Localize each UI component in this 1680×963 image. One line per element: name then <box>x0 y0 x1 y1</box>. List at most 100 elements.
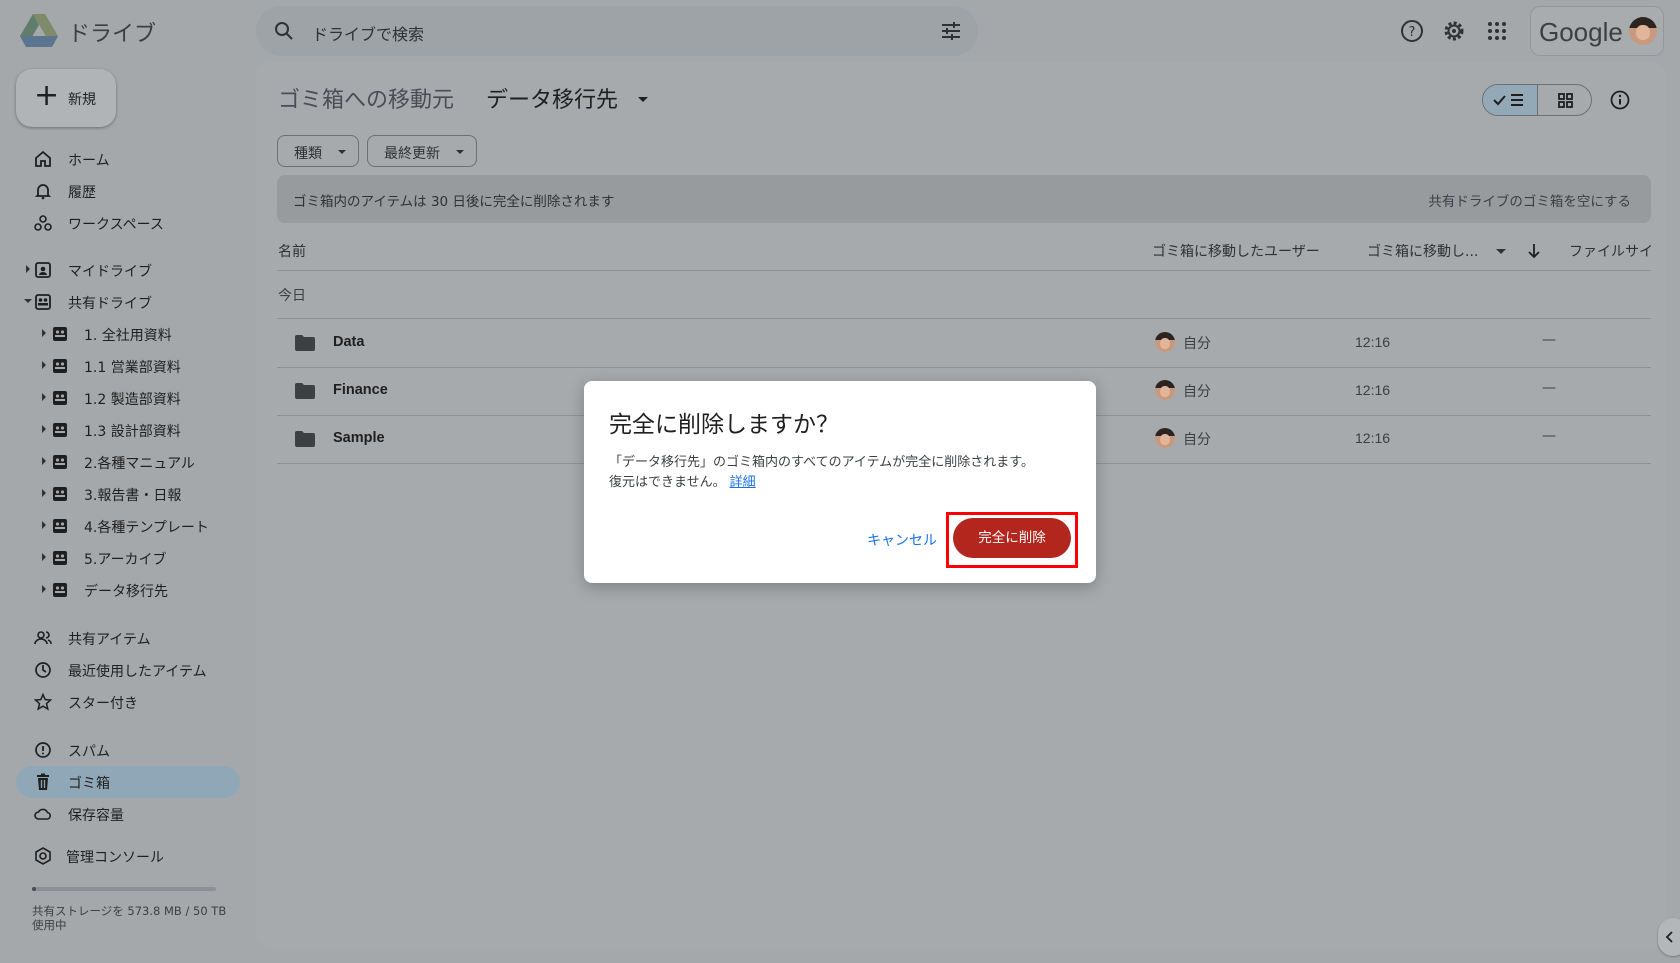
shared-drive-item[interactable]: 1.1 営業部資料 <box>30 350 240 382</box>
highlight-box <box>946 512 1078 568</box>
sidebar-item-starred[interactable]: スター付き <box>16 686 240 718</box>
storage-usage-text: 共有ストレージを 573.8 MB / 50 TB 使用中 <box>32 904 227 932</box>
sidebar-item-spam[interactable]: スパム <box>16 734 240 766</box>
column-header-trashed-date[interactable]: ゴミ箱に移動し... <box>1367 241 1478 261</box>
svg-text:?: ? <box>1409 25 1416 40</box>
list-view-button[interactable] <box>1483 85 1538 115</box>
user-avatar[interactable] <box>1629 17 1657 45</box>
info-icon[interactable] <box>1608 88 1632 112</box>
file-name: Finance <box>333 382 388 398</box>
sidebar-item-shared-with-me[interactable]: 共有アイテム <box>16 622 240 654</box>
column-header-trashed-by[interactable]: ゴミ箱に移動したユーザー <box>1152 241 1320 261</box>
expand-arrow-icon[interactable] <box>42 521 46 529</box>
sidebar-item-storage[interactable]: 保存容量 <box>16 798 240 830</box>
bell-icon <box>34 184 52 200</box>
storage-usage-bar <box>32 887 216 891</box>
search-icon[interactable] <box>274 21 294 41</box>
grid-view-button[interactable] <box>1538 85 1591 115</box>
dropdown-caret-icon[interactable] <box>638 97 648 102</box>
expand-arrow-icon[interactable] <box>42 361 46 369</box>
shared-drive-item[interactable]: 1.3 設計部資料 <box>30 414 240 446</box>
shared-drive-icon <box>53 583 67 597</box>
shared-drive-item[interactable]: データ移行先 <box>30 574 240 606</box>
new-button[interactable]: + 新規 <box>16 69 116 127</box>
trashed-time: 12:16 <box>1355 382 1391 398</box>
cloud-icon <box>34 808 51 820</box>
expand-arrow-icon[interactable] <box>42 553 46 561</box>
sidebar-item-history[interactable]: 履歴 <box>16 175 240 207</box>
filter-modified-chip[interactable]: 最終更新 <box>367 135 477 167</box>
details-link[interactable]: 詳細 <box>730 475 756 490</box>
apps-grid-icon[interactable] <box>1484 18 1510 44</box>
view-toggle[interactable] <box>1482 84 1592 116</box>
file-size: — <box>1542 380 1556 396</box>
sidebar-item-label: 保存容量 <box>68 808 124 824</box>
filter-label: 種類 <box>294 146 322 162</box>
sidebar-item-trash[interactable]: ゴミ箱 <box>16 766 240 798</box>
settings-gear-icon[interactable] <box>1441 18 1467 44</box>
user-avatar <box>1155 332 1175 352</box>
shared-drive-item[interactable]: 1.2 製造部資料 <box>30 382 240 414</box>
sidebar-item-label: ホーム <box>68 153 110 169</box>
sidebar-item-my-drive[interactable]: マイドライブ <box>16 254 240 286</box>
expand-arrow-icon[interactable] <box>26 265 30 273</box>
sort-dropdown-icon[interactable] <box>1496 249 1506 254</box>
search-bar[interactable]: ドライブで検索 <box>256 6 978 56</box>
user-avatar <box>1155 428 1175 448</box>
breadcrumb-prefix: ゴミ箱への移動元 <box>278 88 455 113</box>
shared-drive-item[interactable]: 1. 全社用資料 <box>30 318 240 350</box>
shared-drive-icon <box>53 423 67 437</box>
dialog-body-line1: 「データ移行先」のゴミ箱内のすべてのアイテムが完全に削除されます。 <box>609 455 1034 470</box>
expand-arrow-icon[interactable] <box>42 585 46 593</box>
expand-arrow-icon[interactable] <box>42 393 46 401</box>
shared-drive-item[interactable]: 4.各種テンプレート <box>30 510 240 542</box>
cancel-button[interactable]: キャンセル <box>867 530 937 550</box>
app-name: ドライブ <box>68 22 157 47</box>
side-panel-toggle[interactable] <box>1658 918 1680 956</box>
file-row[interactable]: Data 自分 12:16 — <box>277 319 1651 367</box>
breadcrumb-current-drive[interactable]: データ移行先 <box>486 82 618 114</box>
sidebar-item-label: 履歴 <box>68 185 96 201</box>
new-button-label: 新規 <box>68 92 96 108</box>
chevron-down-icon <box>456 150 464 154</box>
collapse-arrow-icon[interactable] <box>24 299 32 303</box>
column-header-file-size[interactable]: ファイルサイ <box>1569 241 1653 261</box>
expand-arrow-icon[interactable] <box>42 457 46 465</box>
sidebar-item-label: 共有ドライブ <box>68 296 152 312</box>
trashed-time: 12:16 <box>1355 334 1391 350</box>
shared-drive-label: 1.1 営業部資料 <box>84 360 181 376</box>
sidebar-item-home[interactable]: ホーム <box>16 143 240 175</box>
expand-arrow-icon[interactable] <box>42 425 46 433</box>
filter-label: 最終更新 <box>384 146 440 162</box>
expand-arrow-icon[interactable] <box>42 329 46 337</box>
clock-icon <box>35 662 51 678</box>
shared-drive-icon <box>53 455 67 469</box>
shared-drive-item[interactable]: 2.各種マニュアル <box>30 446 240 478</box>
column-header-name[interactable]: 名前 <box>278 241 306 261</box>
filter-type-chip[interactable]: 種類 <box>277 135 359 167</box>
file-name: Data <box>333 334 365 350</box>
folder-icon <box>295 431 315 447</box>
plus-icon: + <box>34 78 60 113</box>
google-drive-logo[interactable] <box>20 14 58 48</box>
sidebar-item-label: 最近使用したアイテム <box>68 664 207 680</box>
shared-drive-label: データ移行先 <box>84 584 168 600</box>
shared-drive-label: 2.各種マニュアル <box>84 456 195 472</box>
help-icon[interactable]: ? <box>1399 18 1425 44</box>
people-icon <box>34 631 52 645</box>
sidebar-item-workspace[interactable]: ワークスペース <box>16 207 240 239</box>
file-size: — <box>1542 428 1556 444</box>
trashed-by-user: 自分 <box>1183 432 1211 448</box>
expand-arrow-icon[interactable] <box>42 489 46 497</box>
shared-drive-item[interactable]: 5.アーカイブ <box>30 542 240 574</box>
empty-trash-link[interactable]: 共有ドライブのゴミ箱を空にする <box>1428 190 1631 210</box>
sidebar-item-recent[interactable]: 最近使用したアイテム <box>16 654 240 686</box>
search-options-icon[interactable] <box>940 20 962 42</box>
search-input[interactable]: ドライブで検索 <box>312 21 424 45</box>
account-switcher[interactable]: Google <box>1530 6 1664 56</box>
shared-drive-item[interactable]: 3.報告書・日報 <box>30 478 240 510</box>
shared-drive-label: 1.2 製造部資料 <box>84 392 181 408</box>
sidebar-item-admin-console[interactable]: 管理コンソール <box>16 840 240 872</box>
sort-descending-arrow-icon[interactable] <box>1526 242 1542 260</box>
sidebar-item-shared-drives[interactable]: 共有ドライブ <box>16 286 240 318</box>
